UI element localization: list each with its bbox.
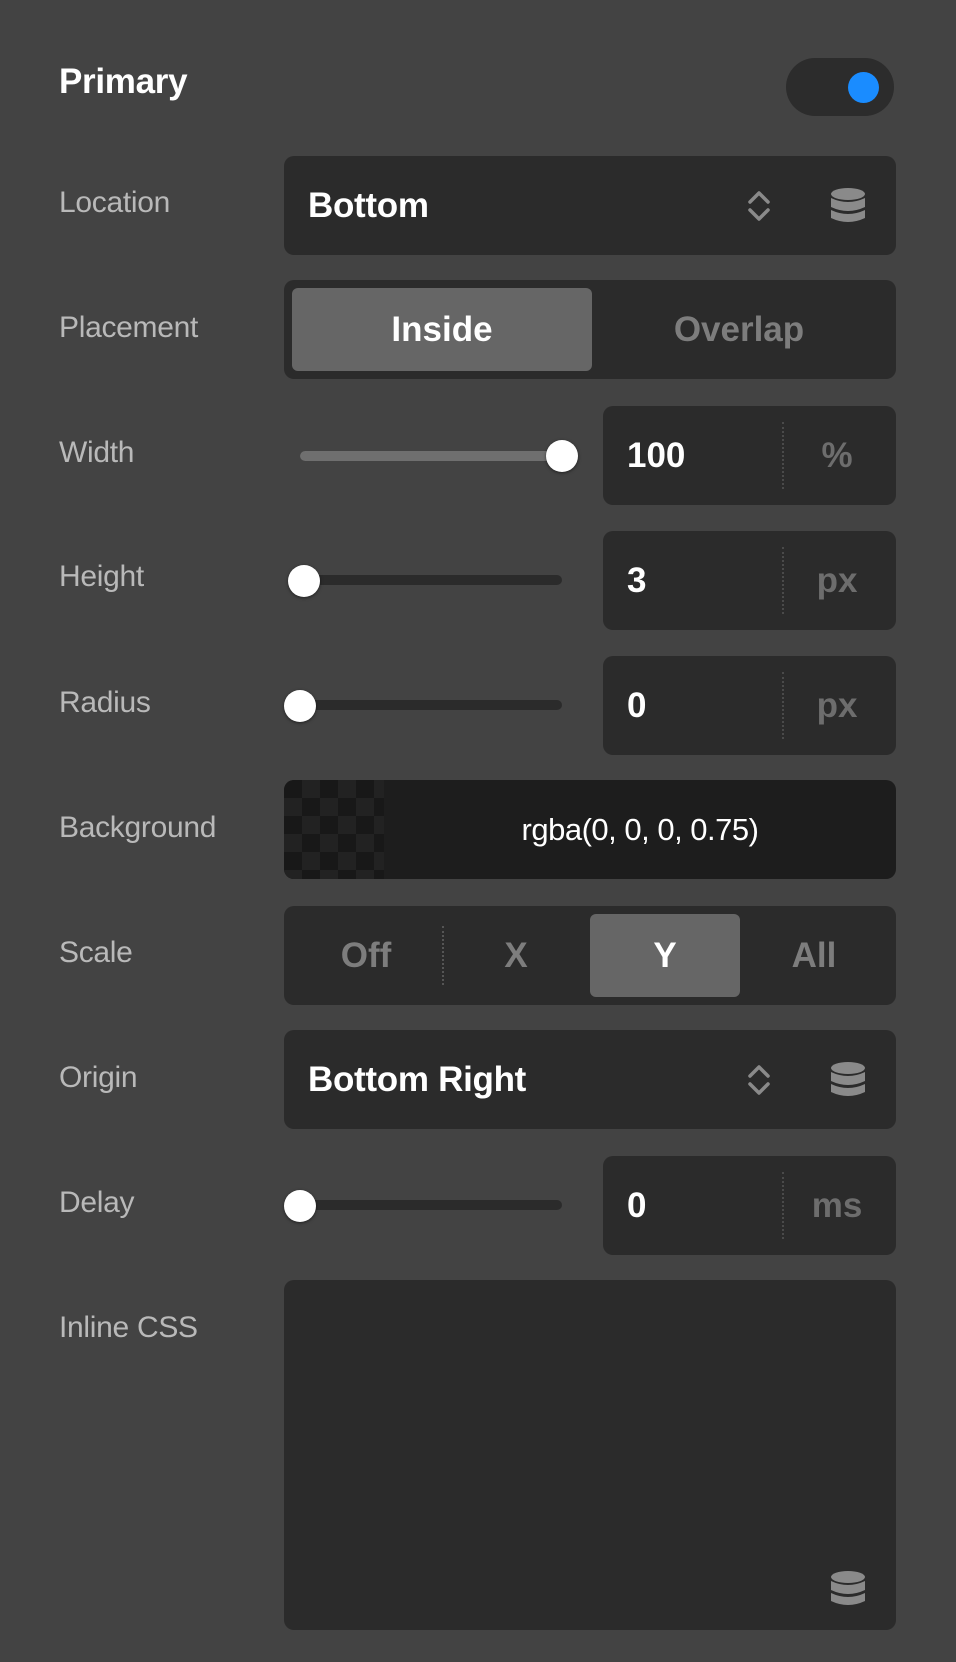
database-icon[interactable] (830, 1061, 866, 1099)
section-toggle[interactable] (786, 58, 894, 116)
height-slider-track[interactable] (290, 575, 562, 585)
width-unit[interactable]: % (778, 436, 896, 476)
height-slider-thumb[interactable] (288, 565, 320, 597)
inline-css-label: Inline CSS (59, 1311, 198, 1344)
placement-option-inside[interactable]: Inside (292, 288, 592, 371)
width-slider-track[interactable] (300, 451, 562, 461)
background-color-picker[interactable]: rgba(0, 0, 0, 0.75) (284, 780, 896, 879)
scale-option-y[interactable]: Y (590, 914, 740, 997)
background-color-value: rgba(0, 0, 0, 0.75) (521, 811, 759, 847)
width-value: 100 (627, 435, 686, 475)
delay-number-field[interactable]: 0 ms (603, 1156, 896, 1255)
placement-option-overlap[interactable]: Overlap (590, 288, 888, 371)
height-label: Height (59, 560, 144, 593)
width-label: Width (59, 436, 135, 469)
chevron-up-down-icon (748, 1064, 770, 1095)
radius-number-field[interactable]: 0 px (603, 656, 896, 755)
color-swatch[interactable] (284, 780, 384, 879)
delay-unit[interactable]: ms (778, 1186, 896, 1226)
delay-label: Delay (59, 1186, 135, 1219)
width-slider-thumb[interactable] (546, 440, 578, 472)
origin-value: Bottom Right (308, 1059, 527, 1099)
delay-value: 0 (627, 1185, 647, 1225)
scale-option-all[interactable]: All (740, 914, 888, 997)
radius-slider-thumb[interactable] (284, 690, 316, 722)
width-number-field[interactable]: 100 % (603, 406, 896, 505)
height-unit[interactable]: px (778, 561, 896, 601)
chevron-up-down-icon (748, 190, 770, 221)
scale-option-x[interactable]: X (442, 914, 590, 997)
placement-label: Placement (59, 311, 199, 344)
placement-segmented: Inside Overlap (284, 280, 896, 379)
radius-value: 0 (627, 685, 647, 725)
origin-label: Origin (59, 1061, 138, 1094)
radius-label: Radius (59, 686, 151, 719)
scale-segmented: Off X Y All (284, 906, 896, 1005)
inline-css-editor[interactable] (284, 1280, 896, 1630)
location-value: Bottom (308, 185, 429, 225)
delay-slider-track[interactable] (290, 1200, 562, 1210)
scale-label: Scale (59, 936, 133, 969)
section-title: Primary (59, 62, 188, 101)
database-icon[interactable] (830, 187, 866, 225)
toggle-knob (848, 72, 879, 103)
delay-slider-thumb[interactable] (284, 1190, 316, 1222)
height-value: 3 (627, 560, 647, 600)
height-number-field[interactable]: 3 px (603, 531, 896, 630)
width-slider-fill (300, 451, 562, 461)
radius-slider-track[interactable] (290, 700, 562, 710)
location-label: Location (59, 186, 171, 219)
location-select[interactable]: Bottom (284, 156, 896, 255)
database-icon[interactable] (830, 1570, 866, 1608)
scale-option-off[interactable]: Off (292, 914, 440, 997)
origin-select[interactable]: Bottom Right (284, 1030, 896, 1129)
background-label: Background (59, 811, 217, 844)
element-settings-panel: Primary Location Bottom Placement Inside… (0, 0, 956, 1662)
radius-unit[interactable]: px (778, 686, 896, 726)
